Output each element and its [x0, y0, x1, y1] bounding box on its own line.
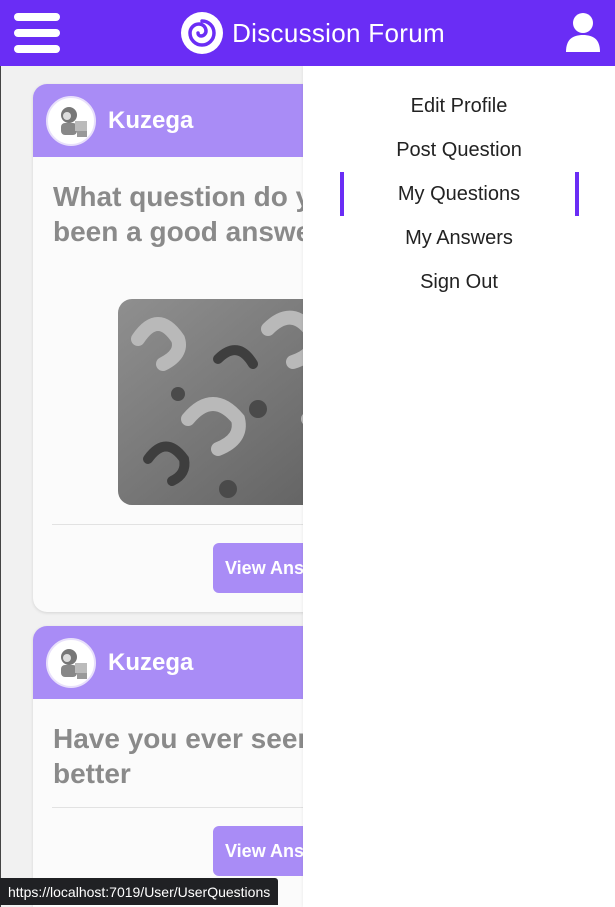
- menu-item-edit-profile[interactable]: Edit Profile: [303, 86, 615, 126]
- user-dropdown-menu: Edit Profile Post Question My Questions …: [303, 66, 615, 907]
- spiral-logo-icon: [181, 12, 224, 54]
- author-name[interactable]: Kuzega: [108, 107, 193, 135]
- author-name[interactable]: Kuzega: [108, 649, 193, 677]
- user-profile-icon[interactable]: [565, 12, 601, 54]
- monkey-avatar-icon: [61, 106, 87, 137]
- menu-item-my-questions[interactable]: My Questions: [303, 172, 615, 216]
- menu-item-my-answers[interactable]: My Answers: [303, 218, 615, 258]
- menu-item-post-question[interactable]: Post Question: [303, 130, 615, 170]
- site-title: Discussion Forum: [232, 17, 445, 48]
- brand[interactable]: Discussion Forum: [180, 11, 445, 55]
- menu-item-sign-out[interactable]: Sign Out: [303, 262, 615, 302]
- avatar: [46, 637, 96, 688]
- link-status-bar: https://localhost:7019/User/UserQuestion…: [0, 878, 279, 905]
- hamburger-menu-icon[interactable]: [14, 13, 60, 53]
- avatar: [46, 95, 96, 146]
- top-navbar: Discussion Forum: [0, 0, 615, 66]
- monkey-avatar-icon: [61, 648, 87, 679]
